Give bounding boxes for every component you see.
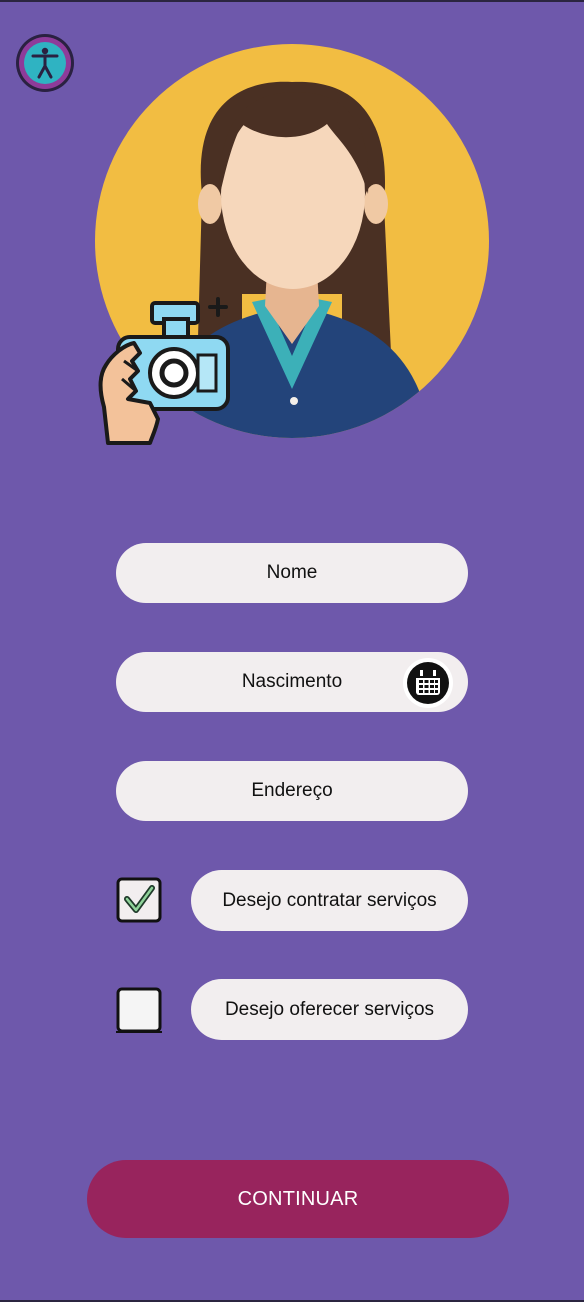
accessibility-button[interactable] xyxy=(15,33,75,93)
accessibility-icon xyxy=(16,34,74,92)
birth-placeholder: Nascimento xyxy=(241,671,343,692)
camera-add-icon xyxy=(98,297,230,445)
continue-button[interactable]: CONTINUAR xyxy=(87,1160,509,1238)
change-photo-button[interactable] xyxy=(94,295,234,445)
check-icon xyxy=(116,877,162,923)
offer-services-option[interactable]: Desejo oferecer serviços xyxy=(191,979,468,1040)
calendar-icon xyxy=(407,662,449,704)
offer-services-label: Desejo oferecer serviços xyxy=(224,998,435,1020)
hire-services-option[interactable]: Desejo contratar serviços xyxy=(191,870,468,931)
name-field[interactable]: Nome xyxy=(116,543,468,603)
address-field[interactable]: Endereço xyxy=(116,761,468,821)
date-picker-button[interactable] xyxy=(403,658,453,708)
offer-services-checkbox[interactable] xyxy=(116,987,162,1033)
address-placeholder: Endereço xyxy=(251,780,333,801)
top-border xyxy=(0,0,584,2)
continue-label: CONTINUAR xyxy=(237,1187,359,1210)
checkbox-empty xyxy=(116,987,162,1033)
hire-services-label: Desejo contratar serviços xyxy=(222,889,437,911)
hire-services-checkbox[interactable] xyxy=(116,877,162,923)
name-placeholder: Nome xyxy=(266,562,318,583)
